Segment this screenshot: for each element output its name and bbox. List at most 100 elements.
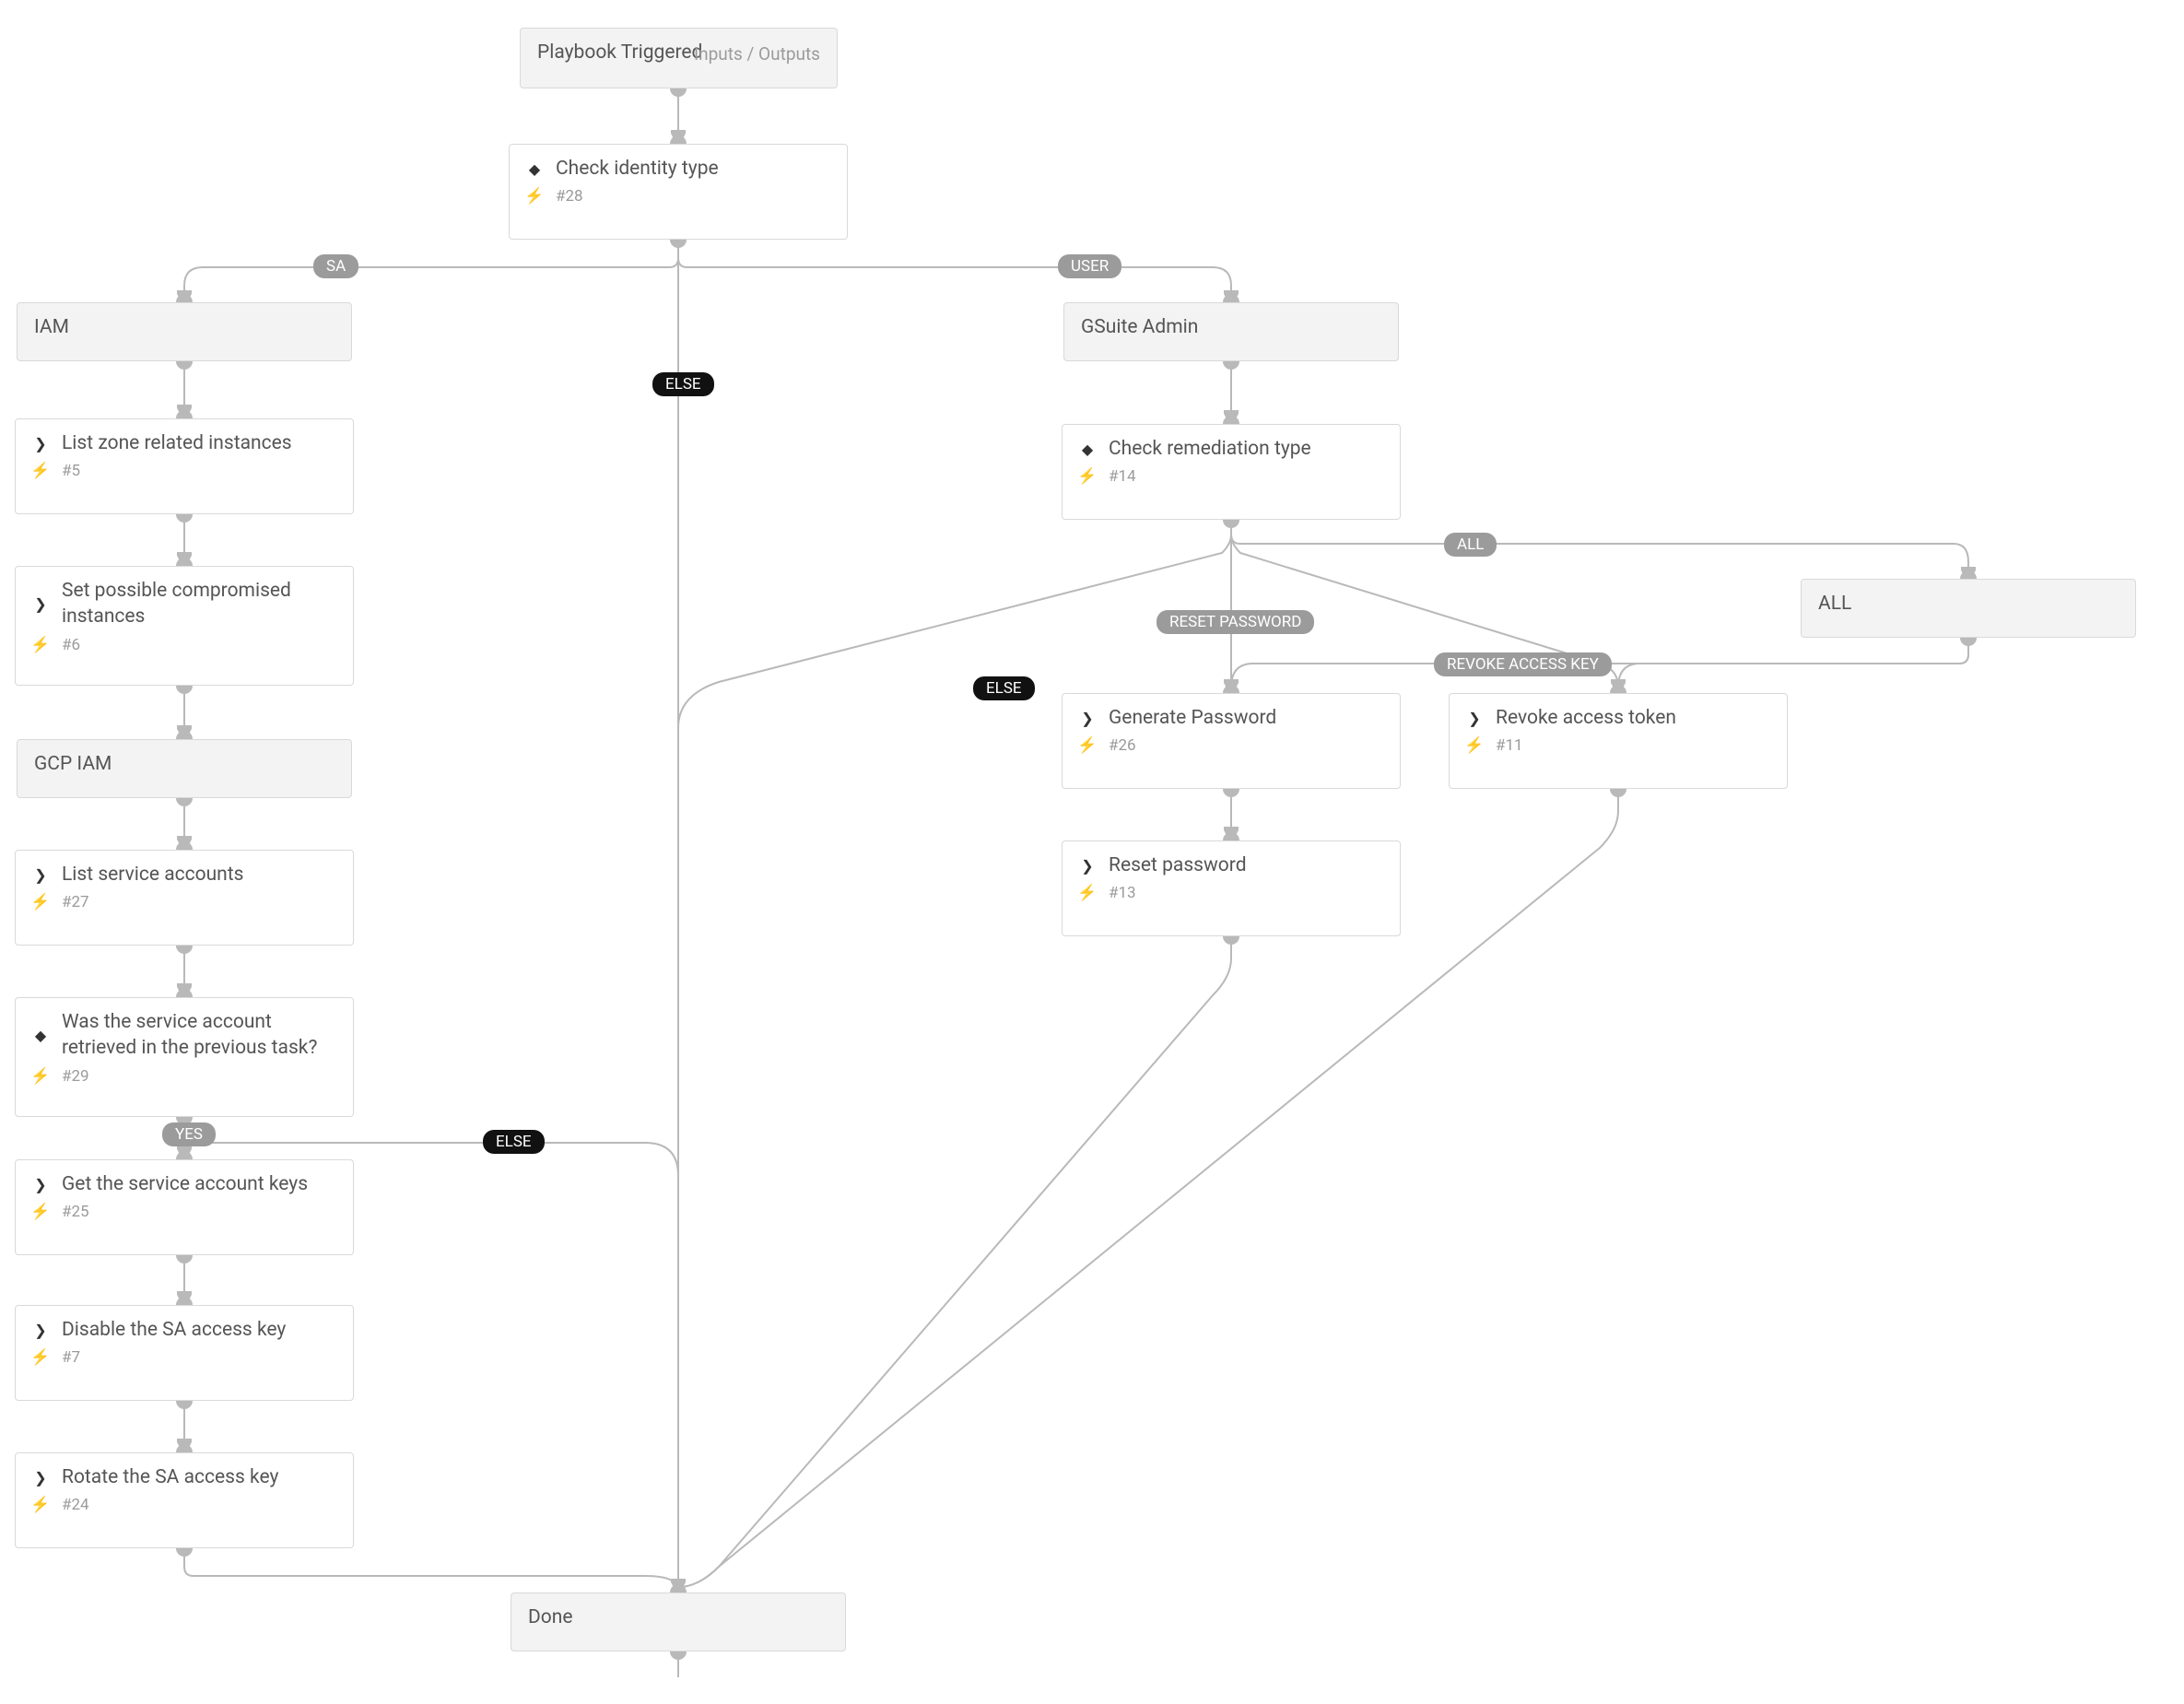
node-reset-password[interactable]: ❯Reset password ⚡#13 (1062, 840, 1401, 936)
diamond-icon: ◆ (1079, 441, 1096, 457)
chevron-icon: ❯ (32, 595, 49, 612)
port-icon (176, 946, 193, 954)
node-trigger[interactable]: Playbook Triggered Inputs / Outputs (520, 28, 838, 88)
node-title: GCP IAM (34, 751, 112, 777)
task-id: #14 (1109, 467, 1136, 486)
chevron-icon: ❯ (1079, 710, 1096, 726)
bolt-icon: ⚡ (1079, 737, 1096, 754)
port-icon (670, 1584, 687, 1592)
port-icon (1960, 570, 1977, 579)
node-title: Playbook Triggered (537, 40, 702, 65)
port-icon (670, 88, 687, 97)
port-icon (176, 514, 193, 523)
node-gcpiam-header[interactable]: GCP IAM (17, 739, 352, 798)
node-revoke-access-token[interactable]: ❯Revoke access token ⚡#11 (1449, 693, 1788, 789)
port-icon (176, 410, 193, 418)
branch-else: ELSE (973, 676, 1035, 700)
task-id: #13 (1109, 884, 1136, 902)
port-icon (176, 1297, 193, 1305)
node-gsuite-header[interactable]: GSuite Admin (1063, 302, 1399, 361)
node-disable-sa-key[interactable]: ❯Disable the SA access key ⚡#7 (15, 1305, 354, 1401)
port-icon (176, 798, 193, 806)
chevron-icon: ❯ (32, 866, 49, 883)
port-icon (176, 686, 193, 694)
branch-yes: YES (162, 1122, 216, 1146)
bolt-icon: ⚡ (32, 463, 49, 479)
port-icon (1223, 789, 1239, 797)
node-title: Reset password (1109, 852, 1247, 878)
chevron-icon: ❯ (1466, 710, 1483, 726)
inputs-outputs-link[interactable]: Inputs / Outputs (694, 43, 820, 65)
port-icon (1223, 685, 1239, 693)
task-id: #29 (62, 1067, 89, 1086)
port-icon (176, 1401, 193, 1409)
node-list-service-accounts[interactable]: ❯List service accounts ⚡#27 (15, 850, 354, 946)
node-title: Generate Password (1109, 705, 1276, 731)
node-get-sa-keys[interactable]: ❯Get the service account keys ⚡#25 (15, 1159, 354, 1255)
node-iam-header[interactable]: IAM (17, 302, 352, 361)
node-list-zone-instances[interactable]: ❯ List zone related instances ⚡ #5 (15, 418, 354, 514)
port-icon (1223, 361, 1239, 370)
task-id: #24 (62, 1496, 89, 1514)
bolt-icon: ⚡ (32, 637, 49, 653)
port-icon (176, 294, 193, 302)
node-title: List zone related instances (62, 430, 292, 456)
port-icon (176, 558, 193, 566)
bolt-icon: ⚡ (526, 188, 543, 205)
port-icon (1223, 936, 1239, 945)
node-title: Revoke access token (1496, 705, 1676, 731)
node-title: ALL (1818, 591, 1851, 617)
port-icon (176, 1151, 193, 1159)
playbook-canvas: Playbook Triggered Inputs / Outputs ◆ Che… (0, 0, 2184, 1704)
node-title: List service accounts (62, 862, 244, 887)
branch-revoke-access-key: REVOKE ACCESS KEY (1434, 652, 1612, 676)
bolt-icon: ⚡ (32, 1349, 49, 1366)
diamond-icon: ◆ (32, 1027, 49, 1043)
node-check-remediation[interactable]: ◆Check remediation type ⚡#14 (1062, 424, 1401, 520)
port-icon (176, 1255, 193, 1263)
task-id: #5 (62, 462, 80, 480)
port-icon (670, 1651, 687, 1660)
port-icon (176, 731, 193, 739)
node-title: Disable the SA access key (62, 1317, 286, 1343)
branch-else: ELSE (652, 372, 714, 396)
branch-user: USER (1058, 254, 1121, 278)
bolt-icon: ⚡ (32, 1204, 49, 1220)
port-icon (670, 240, 687, 248)
node-was-sa-retrieved[interactable]: ◆Was the service account retrieved in th… (15, 997, 354, 1117)
node-generate-password[interactable]: ❯Generate Password ⚡#26 (1062, 693, 1401, 789)
branch-reset-password: RESET PASSWORD (1157, 610, 1314, 634)
node-done[interactable]: Done (511, 1592, 846, 1651)
node-title: Done (528, 1604, 573, 1630)
branch-else: ELSE (483, 1130, 545, 1154)
node-title: Rotate the SA access key (62, 1464, 278, 1490)
node-title: GSuite Admin (1081, 314, 1198, 340)
port-icon (1610, 789, 1626, 797)
task-id: #27 (62, 893, 89, 911)
task-id: #6 (62, 636, 80, 654)
node-all-header[interactable]: ALL (1801, 579, 2136, 638)
node-check-identity[interactable]: ◆ Check identity type ⚡ #28 (509, 144, 848, 240)
port-icon (1223, 294, 1239, 302)
bolt-icon: ⚡ (32, 1068, 49, 1085)
port-icon (176, 361, 193, 370)
port-icon (670, 135, 687, 144)
node-set-compromised[interactable]: ❯Set possible compromised instances ⚡#6 (15, 566, 354, 686)
port-icon (176, 1548, 193, 1557)
task-id: #7 (62, 1348, 80, 1367)
node-title: Check remediation type (1109, 436, 1311, 462)
port-icon (1223, 520, 1239, 528)
port-icon (176, 1444, 193, 1452)
port-icon (1223, 832, 1239, 840)
node-title: IAM (34, 314, 69, 340)
node-title: Check identity type (556, 156, 719, 182)
bolt-icon: ⚡ (1079, 885, 1096, 901)
chevron-icon: ❯ (32, 435, 49, 452)
port-icon (176, 989, 193, 997)
task-id: #28 (556, 187, 583, 206)
branch-sa: SA (313, 254, 358, 278)
branch-all: ALL (1444, 533, 1497, 557)
bolt-icon: ⚡ (32, 1497, 49, 1513)
diamond-icon: ◆ (526, 160, 543, 177)
node-rotate-sa-key[interactable]: ❯Rotate the SA access key ⚡#24 (15, 1452, 354, 1548)
